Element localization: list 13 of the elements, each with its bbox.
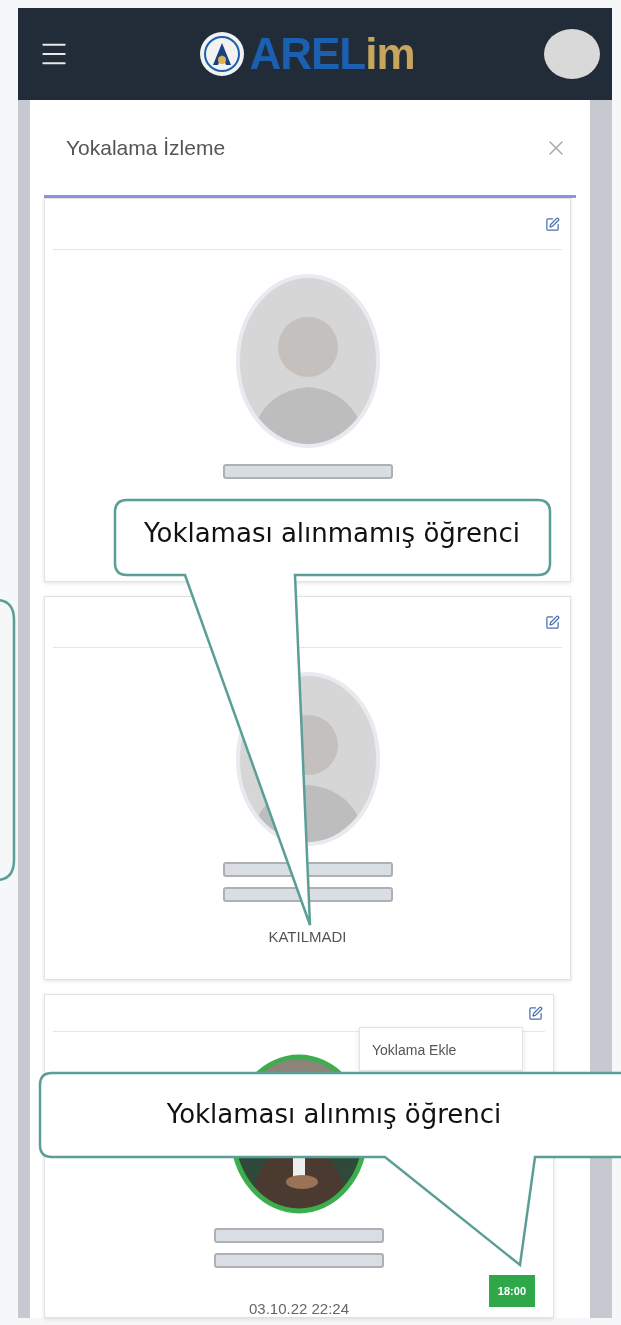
- logo-text: ARELim: [249, 29, 415, 79]
- logo-icon: [199, 31, 246, 77]
- avatar[interactable]: [544, 29, 600, 79]
- edit-icon[interactable]: [545, 614, 560, 630]
- edit-icon[interactable]: [528, 1005, 543, 1021]
- attendance-status: KATILMADI: [268, 928, 347, 945]
- time-badge: 18:00: [488, 1275, 535, 1307]
- callout-text: Yoklaması alınmamış öğrenci: [144, 518, 520, 548]
- menu-item[interactable]: Yoklama Ekle: [360, 1042, 522, 1058]
- callout-text: Yoklaması alınmış öğrenci: [166, 1099, 502, 1129]
- edit-icon[interactable]: [545, 216, 560, 232]
- modal-title: Yokalama İzleme: [66, 135, 226, 160]
- attendance-date: 03.10.22 22:24: [248, 1300, 350, 1317]
